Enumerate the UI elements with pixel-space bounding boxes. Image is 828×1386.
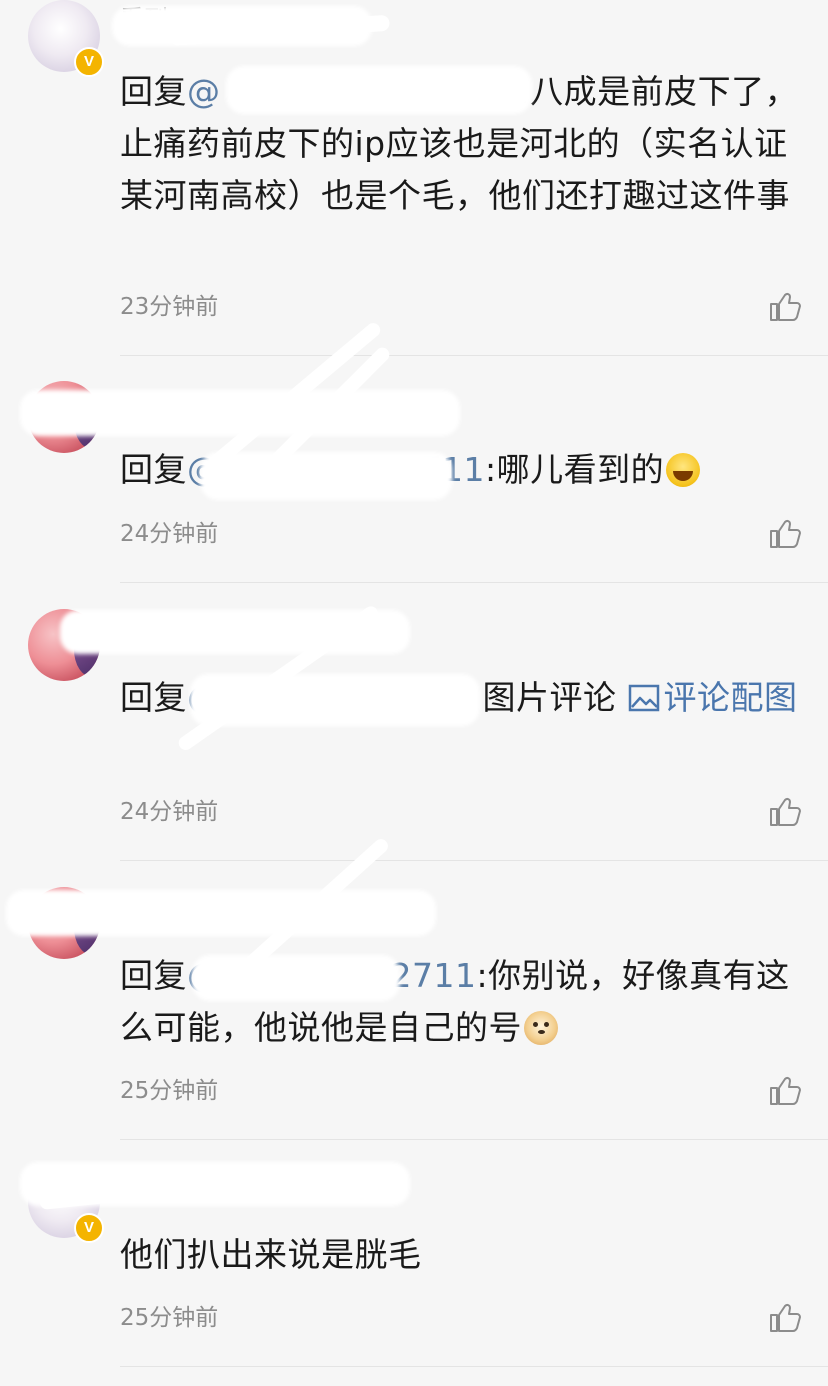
divider [120, 860, 828, 861]
timestamp: 23分钟前 [120, 294, 219, 320]
redaction-mask [192, 955, 400, 1001]
thumbs-up-icon[interactable] [768, 290, 802, 324]
image-link-label[interactable]: 评论配图 [664, 678, 798, 717]
reply-prefix: 回复 [120, 72, 187, 111]
thumbs-up-icon[interactable] [768, 1074, 802, 1108]
reply-prefix: 回复 [120, 956, 187, 995]
mention-link[interactable]: @ [187, 72, 221, 111]
comment-content: 图片评论 [482, 678, 617, 717]
timestamp: 24分钟前 [120, 521, 219, 547]
image-icon [628, 684, 659, 712]
image-comment-link[interactable]: 评论配图 [628, 678, 798, 717]
verified-badge-icon: V [74, 1213, 104, 1243]
mention-tail[interactable]: 2711 [391, 956, 477, 995]
divider [120, 355, 828, 356]
doge-emoji-icon [524, 1011, 558, 1045]
divider [120, 582, 828, 583]
divider [120, 1139, 828, 1140]
redaction-mask [200, 452, 452, 500]
thumbs-up-icon[interactable] [768, 1301, 802, 1335]
reply-prefix: 回复 [120, 450, 187, 489]
divider [120, 1366, 828, 1367]
laugh-cry-emoji-icon [666, 453, 701, 487]
timestamp: 25分钟前 [120, 1078, 219, 1104]
redaction-mask [20, 390, 460, 436]
comment-text: 他们扒出来说是胱毛 [120, 1229, 800, 1281]
comment-content: :哪儿看到的 [485, 450, 665, 489]
reply-prefix: 回复 [120, 678, 187, 717]
verified-badge-icon: V [74, 47, 104, 77]
timestamp: 24分钟前 [120, 799, 219, 825]
redaction-mask [6, 890, 436, 936]
thumbs-up-icon[interactable] [768, 517, 802, 551]
comment-content: 他们扒出来说是胱毛 [120, 1235, 422, 1274]
redaction-mask [226, 66, 532, 114]
timestamp: 25分钟前 [120, 1305, 219, 1331]
thumbs-up-icon[interactable] [768, 795, 802, 829]
